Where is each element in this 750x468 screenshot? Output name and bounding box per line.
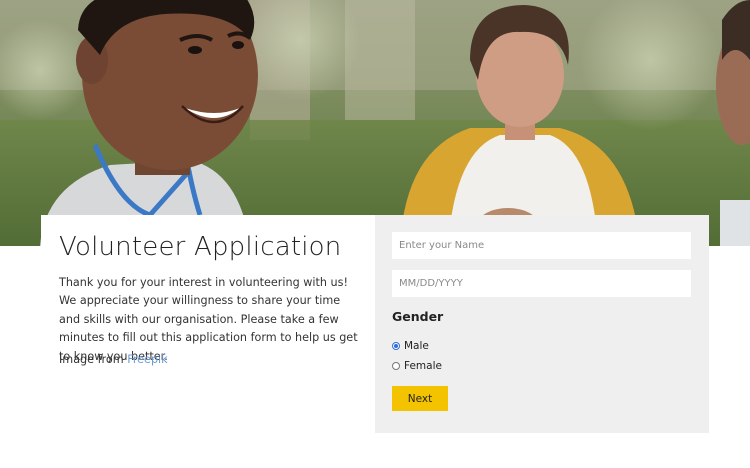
intro-card: Volunteer Application Thank you for your… xyxy=(41,215,375,433)
page-title: Volunteer Application xyxy=(59,232,342,262)
gender-option-female[interactable]: Female xyxy=(392,358,442,374)
application-form: Gender Male Female Next xyxy=(375,215,709,433)
male-radio[interactable] xyxy=(392,342,400,350)
hero-photo xyxy=(0,0,750,246)
image-credit: Image from Freepik xyxy=(59,351,359,369)
gender-option-male[interactable]: Male xyxy=(392,338,429,354)
next-button[interactable]: Next xyxy=(392,386,448,411)
image-credit-prefix: Image from xyxy=(59,353,124,366)
freepik-link[interactable]: Freepik xyxy=(127,353,167,366)
female-radio[interactable] xyxy=(392,362,400,370)
gender-label: Gender xyxy=(392,309,444,324)
male-label: Male xyxy=(404,340,429,352)
date-input[interactable] xyxy=(392,270,691,297)
name-input[interactable] xyxy=(392,232,691,259)
female-label: Female xyxy=(404,360,442,372)
volunteers-illustration xyxy=(0,0,750,246)
